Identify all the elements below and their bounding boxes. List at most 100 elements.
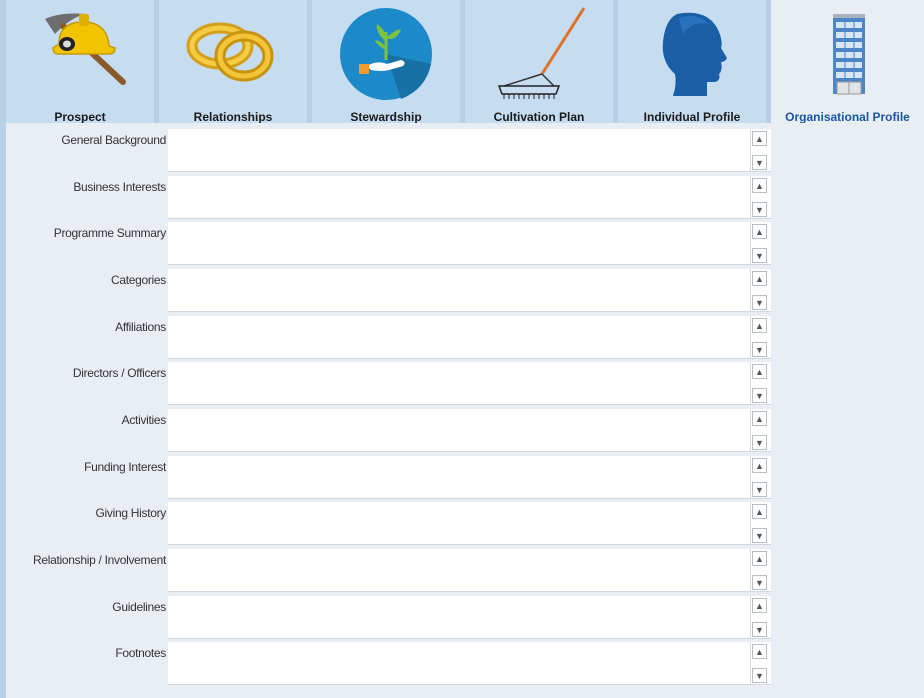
- scroll-down-icon[interactable]: ▼: [752, 202, 767, 217]
- tab-individual-profile[interactable]: Individual Profile: [618, 0, 766, 124]
- field-row-guidelines: Guidelines ▲ ▼: [6, 590, 924, 639]
- affiliations-textarea[interactable]: [168, 316, 750, 357]
- field-row-footnotes: Footnotes ▲ ▼: [6, 636, 924, 685]
- field-label: Relationship / Involvement: [33, 553, 166, 567]
- tab-label: Organisational Profile: [785, 110, 910, 124]
- scroll-down-icon[interactable]: ▼: [752, 388, 767, 403]
- footnotes-field: ▲ ▼: [168, 642, 771, 685]
- general-background-textarea[interactable]: [168, 129, 750, 170]
- programme-summary-field: ▲ ▼: [168, 222, 771, 265]
- office-building-icon: [771, 4, 924, 104]
- tab-label: Stewardship: [350, 110, 422, 124]
- funding-interest-textarea[interactable]: [168, 456, 750, 497]
- categories-textarea[interactable]: [168, 269, 750, 310]
- tab-bar: Prospect Relationships Stewardship Culti…: [0, 0, 924, 126]
- directors-officers-textarea[interactable]: [168, 362, 750, 403]
- scroll-down-icon[interactable]: ▼: [752, 622, 767, 637]
- scroll-up-icon[interactable]: ▲: [752, 224, 767, 239]
- general-background-field: ▲ ▼: [168, 129, 771, 172]
- scroll-up-icon[interactable]: ▲: [752, 551, 767, 566]
- organisational-profile-form: General Background ▲ ▼ Business Interest…: [6, 123, 924, 698]
- field-label: Directors / Officers: [72, 366, 166, 380]
- tab-prospect[interactable]: Prospect: [6, 0, 154, 124]
- activities-textarea[interactable]: [168, 409, 750, 450]
- head-profile-icon: [618, 4, 766, 104]
- guidelines-textarea[interactable]: [168, 596, 750, 637]
- field-label: Programme Summary: [53, 226, 167, 240]
- giving-history-textarea[interactable]: [168, 502, 750, 543]
- scroll-up-icon[interactable]: ▲: [752, 504, 767, 519]
- tab-label: Individual Profile: [643, 110, 741, 124]
- footnotes-textarea[interactable]: [168, 642, 750, 683]
- scroll-up-icon[interactable]: ▲: [752, 318, 767, 333]
- scrollbar[interactable]: ▲ ▼: [750, 549, 768, 591]
- tab-organisational-profile[interactable]: Organisational Profile: [771, 0, 924, 126]
- scrollbar[interactable]: ▲ ▼: [750, 316, 768, 358]
- scrollbar[interactable]: ▲ ▼: [750, 456, 768, 498]
- scrollbar[interactable]: ▲ ▼: [750, 222, 768, 264]
- pickaxe-hardhat-icon: [6, 4, 154, 104]
- business-interests-textarea[interactable]: [168, 176, 750, 217]
- activities-field: ▲ ▼: [168, 409, 771, 452]
- scrollbar[interactable]: ▲ ▼: [750, 269, 768, 311]
- field-row-directors-officers: Directors / Officers ▲ ▼: [6, 356, 924, 405]
- relationship-involvement-textarea[interactable]: [168, 549, 750, 590]
- field-label: Business Interests: [73, 180, 166, 194]
- field-row-relationship-involvement: Relationship / Involvement ▲ ▼: [6, 543, 924, 592]
- tab-label: Relationships: [193, 110, 273, 124]
- directors-officers-field: ▲ ▼: [168, 362, 771, 405]
- scroll-up-icon[interactable]: ▲: [752, 598, 767, 613]
- scroll-down-icon[interactable]: ▼: [752, 575, 767, 590]
- scroll-up-icon[interactable]: ▲: [752, 644, 767, 659]
- scrollbar[interactable]: ▲ ▼: [750, 502, 768, 544]
- field-label: Activities: [121, 413, 167, 427]
- categories-field: ▲ ▼: [168, 269, 771, 312]
- scrollbar[interactable]: ▲ ▼: [750, 642, 768, 684]
- scrollbar[interactable]: ▲ ▼: [750, 362, 768, 404]
- scrollbar[interactable]: ▲ ▼: [750, 409, 768, 451]
- scroll-down-icon[interactable]: ▼: [752, 248, 767, 263]
- scroll-down-icon[interactable]: ▼: [752, 155, 767, 170]
- scroll-down-icon[interactable]: ▼: [752, 668, 767, 683]
- scroll-up-icon[interactable]: ▲: [752, 178, 767, 193]
- guidelines-field: ▲ ▼: [168, 596, 771, 639]
- scrollbar[interactable]: ▲ ▼: [750, 176, 768, 218]
- tab-label: Prospect: [54, 110, 106, 124]
- field-label: Guidelines: [112, 600, 166, 614]
- field-label: Giving History: [95, 506, 167, 520]
- relationship-involvement-field: ▲ ▼: [168, 549, 771, 592]
- field-label: Footnotes: [115, 646, 166, 660]
- scroll-down-icon[interactable]: ▼: [752, 435, 767, 450]
- tab-cultivation-plan[interactable]: Cultivation Plan: [465, 0, 613, 124]
- tab-relationships[interactable]: Relationships: [159, 0, 307, 124]
- programme-summary-textarea[interactable]: [168, 222, 750, 263]
- scroll-down-icon[interactable]: ▼: [752, 482, 767, 497]
- scroll-up-icon[interactable]: ▲: [752, 411, 767, 426]
- scroll-up-icon[interactable]: ▲: [752, 271, 767, 286]
- field-row-business-interests: Business Interests ▲ ▼: [6, 170, 924, 219]
- scroll-up-icon[interactable]: ▲: [752, 364, 767, 379]
- field-row-giving-history: Giving History ▲ ▼: [6, 496, 924, 545]
- field-row-activities: Activities ▲ ▼: [6, 403, 924, 452]
- field-label: General Background: [61, 133, 166, 147]
- field-label: Affiliations: [115, 320, 166, 334]
- scroll-down-icon[interactable]: ▼: [752, 528, 767, 543]
- hand-sprout-icon: [312, 4, 460, 104]
- tab-label: Cultivation Plan: [493, 110, 585, 124]
- funding-interest-field: ▲ ▼: [168, 456, 771, 499]
- field-label: Categories: [110, 273, 166, 287]
- field-row-general-background: General Background ▲ ▼: [6, 123, 924, 172]
- field-row-categories: Categories ▲ ▼: [6, 263, 924, 312]
- field-row-funding-interest: Funding Interest ▲ ▼: [6, 450, 924, 499]
- scroll-up-icon[interactable]: ▲: [752, 131, 767, 146]
- rake-icon: [465, 4, 613, 104]
- field-row-programme-summary: Programme Summary ▲ ▼: [6, 216, 924, 265]
- tab-stewardship[interactable]: Stewardship: [312, 0, 460, 124]
- scroll-down-icon[interactable]: ▼: [752, 295, 767, 310]
- scroll-up-icon[interactable]: ▲: [752, 458, 767, 473]
- field-label: Funding Interest: [84, 460, 166, 474]
- business-interests-field: ▲ ▼: [168, 176, 771, 219]
- scroll-down-icon[interactable]: ▼: [752, 342, 767, 357]
- scrollbar[interactable]: ▲ ▼: [750, 596, 768, 638]
- scrollbar[interactable]: ▲ ▼: [750, 129, 768, 171]
